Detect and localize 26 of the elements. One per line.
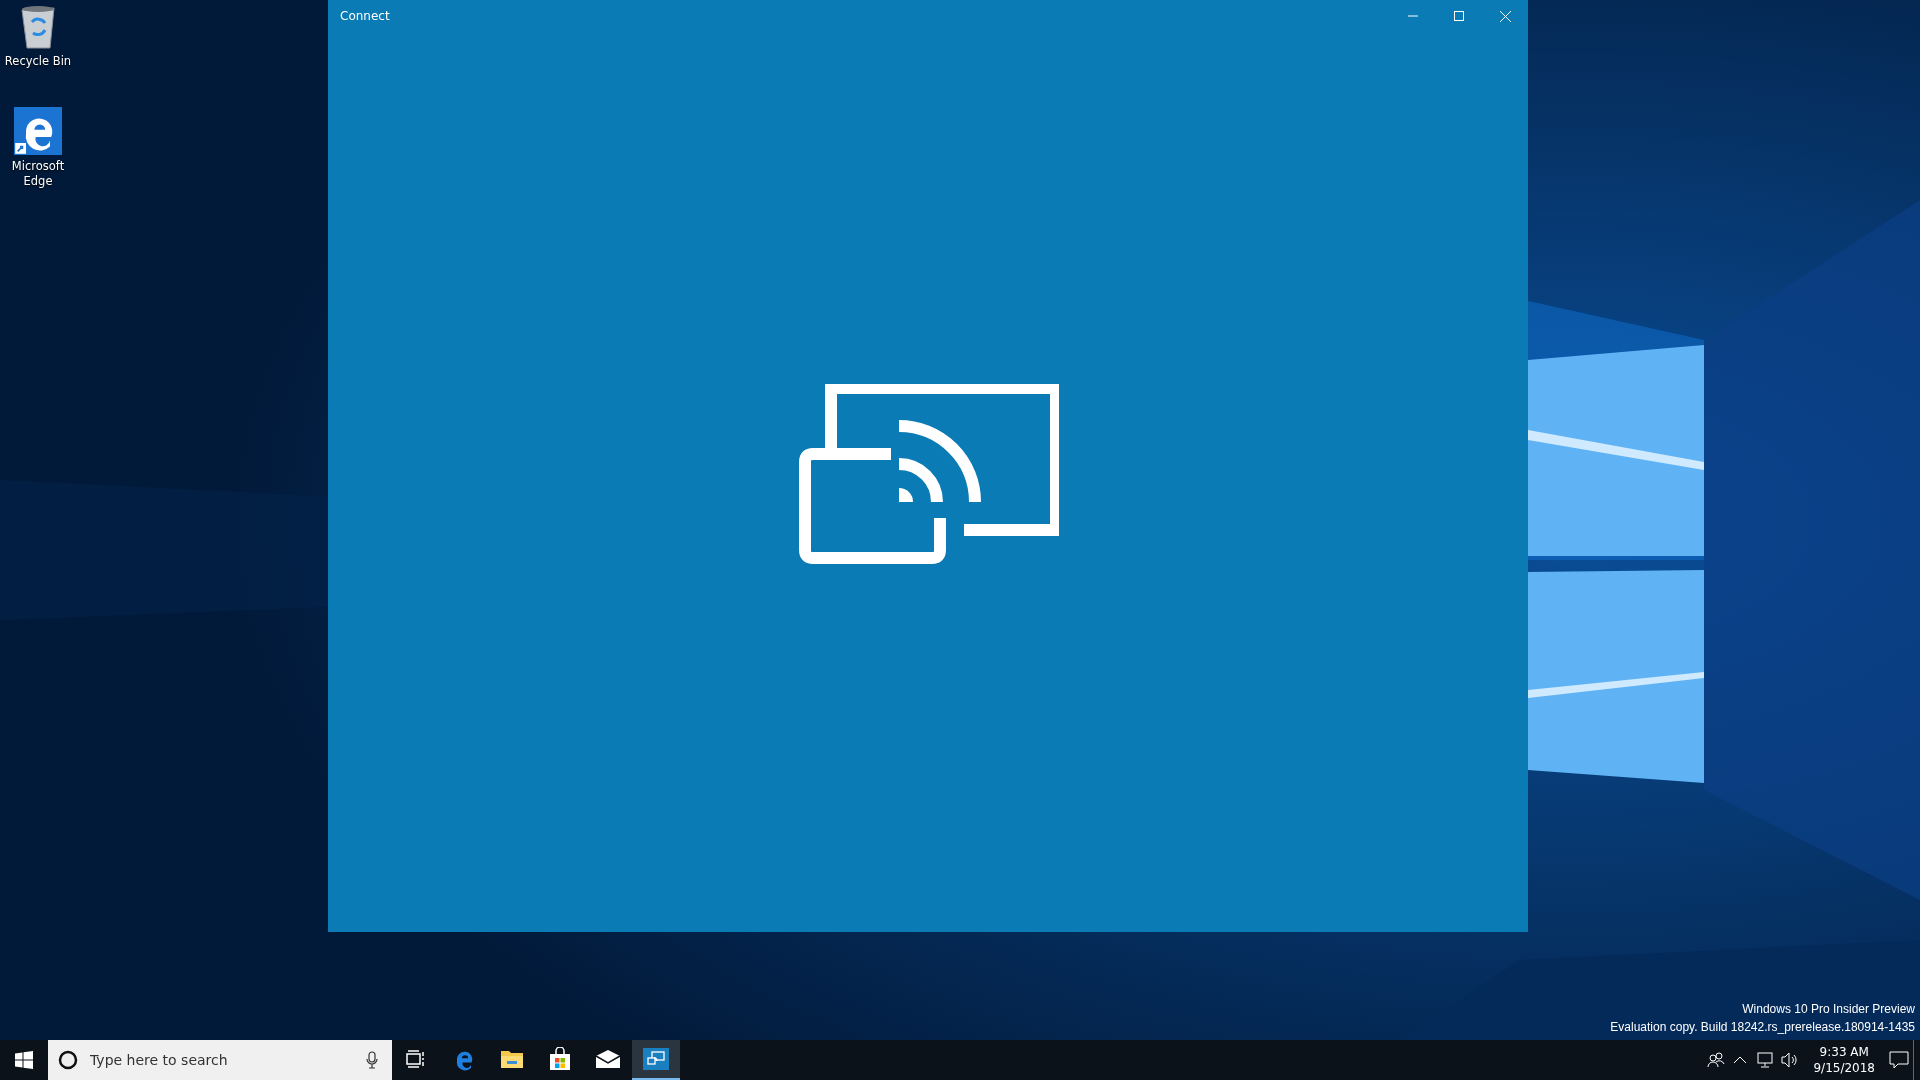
maximize-icon bbox=[1454, 11, 1464, 21]
cortana-icon bbox=[58, 1050, 78, 1070]
windows-logo-icon bbox=[15, 1051, 33, 1069]
shopping-bag-icon bbox=[549, 1047, 571, 1071]
clock[interactable]: 9:33 AM 9/15/2018 bbox=[1807, 1044, 1881, 1076]
screen-cast-icon bbox=[643, 1048, 669, 1070]
microphone-icon bbox=[366, 1051, 378, 1069]
task-view-icon bbox=[406, 1050, 426, 1068]
people-icon[interactable] bbox=[1707, 1052, 1726, 1068]
volume-icon[interactable] bbox=[1781, 1052, 1800, 1068]
folder-icon bbox=[500, 1048, 524, 1070]
chevron-up-icon[interactable] bbox=[1733, 1055, 1748, 1065]
window-title: Connect bbox=[339, 9, 391, 23]
search-field[interactable]: Type here to search bbox=[88, 1051, 356, 1069]
evaluation-notice: Evaluation copy. Build 18242.rs_prerelease.180914-1435 bbox=[1610, 1019, 1915, 1036]
edge-icon[interactable] bbox=[14, 107, 62, 155]
envelope-icon bbox=[595, 1049, 621, 1069]
desktop-icon-label[interactable]: Recycle Bin bbox=[4, 54, 72, 69]
screen-cast-icon bbox=[797, 384, 1059, 566]
taskbar-app-button[interactable] bbox=[632, 1040, 680, 1080]
notification-icon[interactable] bbox=[1889, 1051, 1909, 1069]
close-icon bbox=[1499, 10, 1511, 22]
network-icon[interactable] bbox=[1755, 1052, 1774, 1068]
evaluation-notice: Windows 10 Pro Insider Preview bbox=[1742, 1001, 1915, 1018]
desktop-icon-label[interactable]: Microsoft Edge bbox=[2, 159, 74, 189]
search-bar[interactable]: Type here to search bbox=[48, 1040, 392, 1080]
